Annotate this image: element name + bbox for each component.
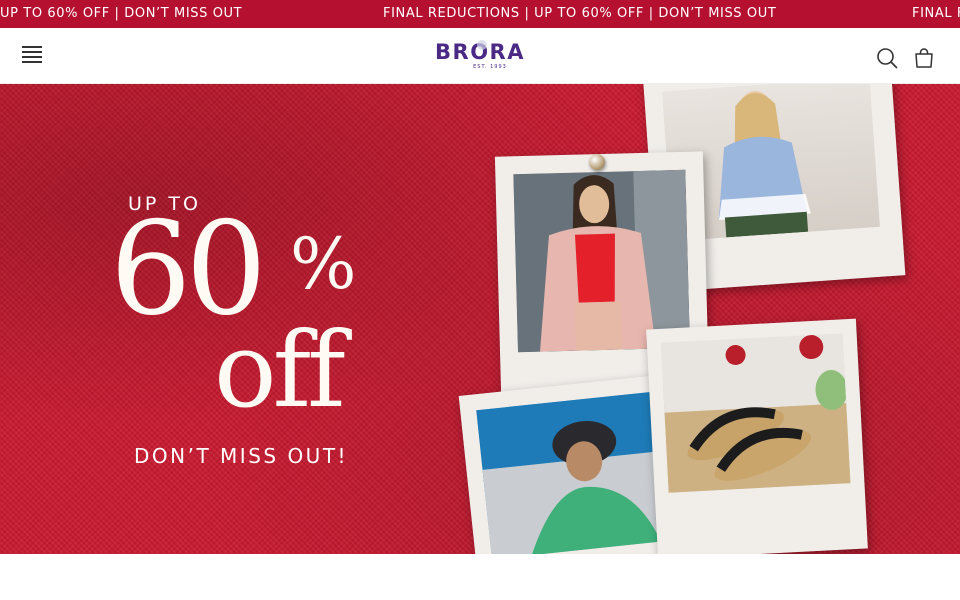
search-button[interactable] <box>876 47 898 69</box>
photo-espadrilles <box>646 318 868 554</box>
brand-logo[interactable]: BRORA EST. 1993 <box>430 40 530 74</box>
announcement-text: FINAL REDUCTIONS | UP TO 60% OFF | DON’T… <box>383 6 777 21</box>
site-header: BRORA EST. 1993 <box>0 28 960 84</box>
product-photo <box>476 390 679 554</box>
hero-off-text: off <box>214 309 346 431</box>
green-top-illustration <box>476 390 679 554</box>
pink-jacket-illustration <box>513 169 690 353</box>
menu-icon <box>22 46 46 63</box>
hero-banner[interactable]: UP TO 60 % off DON’T MISS OUT! <box>0 84 960 554</box>
hero-percent-sign: % <box>290 223 357 305</box>
menu-button[interactable] <box>22 46 46 66</box>
product-photo <box>513 169 690 353</box>
search-icon <box>877 48 898 69</box>
page-content-below <box>0 554 960 600</box>
shopping-bag-icon <box>915 48 933 68</box>
product-photo <box>660 333 851 493</box>
announcement-bar[interactable]: UP TO 60% OFF | DON’T MISS OUT FINAL RED… <box>0 0 960 28</box>
announcement-text: FINAL F <box>912 6 960 21</box>
espadrilles-illustration <box>660 333 851 493</box>
logo-flower-icon <box>477 40 487 50</box>
announcement-text: UP TO 60% OFF | DON’T MISS OUT <box>0 6 243 21</box>
cart-button[interactable] <box>913 47 935 69</box>
pin-icon <box>589 154 605 170</box>
logo-established: EST. 1993 <box>473 64 507 70</box>
hero-cta-text: DON’T MISS OUT! <box>134 444 349 468</box>
